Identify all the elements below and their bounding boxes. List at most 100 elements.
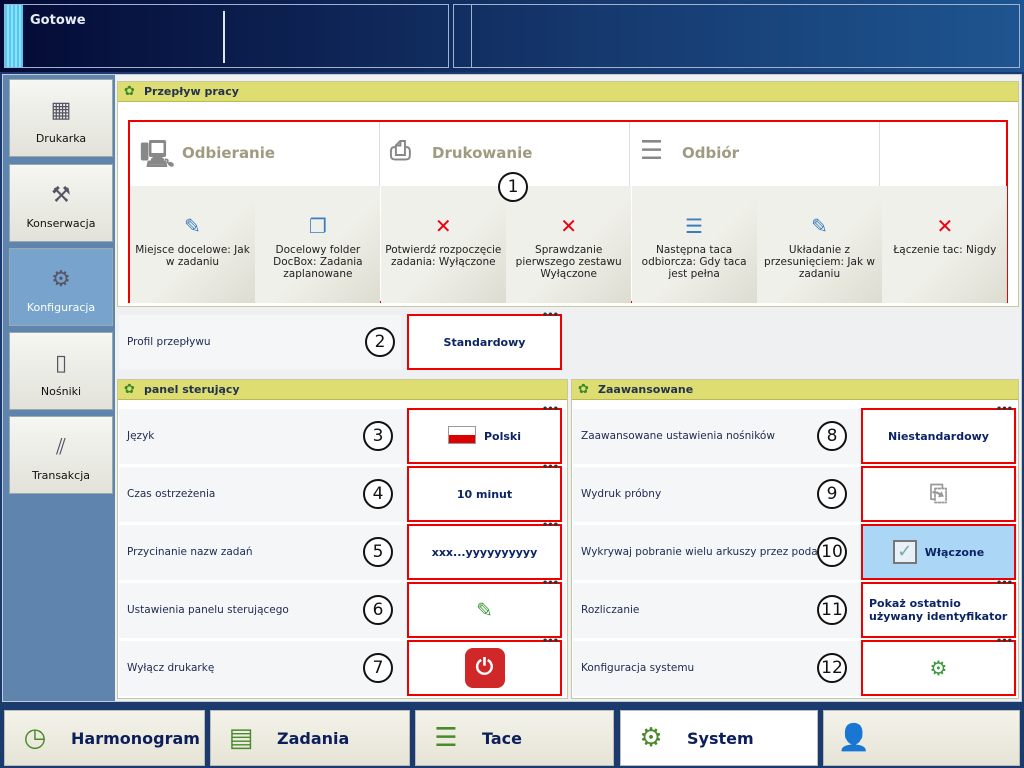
clock-icon: ◷ [23,723,47,753]
setting-icon: ✎ [811,214,828,238]
sidebar: ▦ Drukarka ⚒ Konserwacja ⚙ Konfiguracja ▯ Nośni… [3,75,115,701]
setting-value: Pokaż ostatnio używany identyfikator [869,597,1008,623]
sidebar-item-label: Nośniki [40,385,82,398]
setting-button[interactable]: ••• ✎ [407,578,562,638]
sidebar-item-drukarka[interactable]: ▦ Drukarka [9,79,113,157]
setting-icon: ✎ [184,214,201,238]
workflow-tile[interactable]: ✎ Układanie z przesunięciem: Jak w zadani… [757,186,882,303]
section-header: ✿ Zaawansowane [572,380,1018,400]
tile-label: Układanie z przesunięciem: Jak w zadaniu [764,244,875,280]
sidebar-item-nośniki[interactable]: ▯ Nośniki [9,332,113,410]
disabled-icon: ✕ [936,214,954,238]
workflow-box: 🖳 Odbieranie ⎙ Drukowanie ☰ Odbiór ✎ Miejsce do… [128,120,1008,303]
tab-zadania[interactable]: ▤ Zadania [210,710,410,766]
callout-badge: 2 [365,327,395,357]
row-label: Przycinanie nazw zadań [127,546,253,558]
setting-icon: ☰ [685,214,704,238]
tab-label: Zadania [277,728,350,748]
callout-badge: 9 [817,479,847,509]
configuration-icon: ⚙ [51,267,71,292]
row-label: Zaawansowane ustawienia nośników [581,430,775,442]
workflow-tile[interactable]: ☰ Następna taca odbiorcza: Gdy taca jest … [631,186,757,303]
status-header: Gotowe [0,0,1024,72]
row-label: Ustawienia panelu sterującego [127,604,289,616]
workflow-tile[interactable]: ❐ Docelowy folder DocBox: Zadania zaplano… [255,186,381,303]
row-label: Konfiguracja systemu [581,662,695,674]
more-icon: ••• [541,462,559,473]
system-gears-icon: ⚙ [639,723,663,753]
callout-badge: 11 [817,595,847,625]
sidebar-item-konserwacja[interactable]: ⚒ Konserwacja [9,164,113,242]
setting-value: Włączone [924,545,985,559]
row-label: Język [127,430,155,442]
setting-button[interactable]: ••• xxx...yyyyyyyyyy [407,520,562,580]
more-icon: ••• [541,310,559,321]
disabled-icon: ✕ [434,214,452,238]
setting-button[interactable]: ••• ⚙ [861,636,1016,696]
tile-label: Łączenie tac: Nigdy [893,244,997,256]
workflow-tile[interactable]: ✕ Sprawdzanie pierwszego zestawu Wyłączon… [506,186,632,303]
advanced-icon: ✿ [578,382,589,397]
divider [471,5,472,67]
sidebar-item-label: Konserwacja [26,217,96,230]
callout-badge: 4 [363,479,393,509]
tab-system[interactable]: ⚙ System [620,710,818,766]
tile-label: Docelowy folder DocBox: Zadania zaplanow… [273,244,363,280]
edit-panel-icon: ✎ [476,598,493,622]
jobs-icon: ▤ [228,723,254,753]
setting-button[interactable]: ••• Niestandardowy [861,404,1016,464]
section-title: panel sterujący [144,383,240,396]
workflow-tile[interactable]: ✕ Łączenie tac: Nigdy [882,186,1008,303]
row-label: Wyłącz drukarkę [127,662,215,674]
workflow-tile[interactable]: ✕ Potwierdź rozpoczęcie zadania: Wyłączon… [380,186,506,303]
callout-badge: 12 [817,653,847,683]
sidebar-item-konfiguracja[interactable]: ⚙ Konfiguracja [9,248,113,326]
status-box: Gotowe [4,4,449,68]
sidebar-item-label: Konfiguracja [26,301,96,314]
more-icon: ••• [995,636,1013,647]
setting-button[interactable]: ⎘ [861,466,1016,522]
sample-print-icon: ⎘ [929,481,948,507]
workflow-tile[interactable]: ✎ Miejsce docelowe: Jak w zadaniu [130,186,255,303]
status-indicator [5,5,23,67]
main-area: ▦ Drukarka ⚒ Konserwacja ⚙ Konfiguracja ▯ Nośni… [2,74,1022,702]
tab-harmonogram[interactable]: ◷ Harmonogram [4,710,205,766]
trays-icon: ☰ [434,723,458,753]
section-header: ✿ Przepływ pracy [118,82,1018,102]
tile-label: Następna taca odbiorcza: Gdy taca jest p… [641,244,747,280]
phase-label: Odbieranie [182,144,276,162]
profile-label: Profil przepływu [127,336,211,348]
profile-value: Standardowy [443,335,526,349]
checkbox-icon: ✓ [892,540,917,564]
tab-user-login[interactable]: 👤 [823,710,1020,766]
disabled-icon: ✕ [560,214,578,238]
phase-1: 🖳 Odbieranie [130,122,380,186]
phase-icon: ⎙ [390,136,411,166]
setting-button[interactable]: ✓ Włączone [861,524,1016,580]
profile-button[interactable]: ••• Standardowy [407,310,562,370]
tab-tace[interactable]: ☰ Tace [415,710,614,766]
phase-label: Drukowanie [432,144,533,162]
setting-button[interactable]: ••• ⏻ [407,636,562,696]
row-label: Wydruk próbny [581,488,662,500]
transaction-icon: ⫽ [56,435,66,460]
setting-value: 10 minut [456,487,513,501]
callout-badge: 5 [363,537,393,567]
setting-value: xxx...yyyyyyyyyy [431,545,538,559]
row-label: Wykrywaj pobranie wielu arkuszy przez po… [581,546,837,558]
more-icon: ••• [541,636,559,647]
profile-row: Profil przepływu [119,315,401,370]
more-icon: ••• [995,404,1013,415]
setting-value: Niestandardowy [888,429,989,443]
row-label: Rozliczanie [581,604,640,616]
workflow-section: ✿ Przepływ pracy 🖳 Odbieranie ⎙ Drukowanie ☰ O… [117,81,1019,307]
setting-button[interactable]: ••• Polski [407,404,562,464]
setting-button[interactable]: ••• 10 minut [407,462,562,522]
tab-label: Tace [482,728,522,748]
setting-value: Polski [483,429,522,443]
setting-button[interactable]: ••• Pokaż ostatnio używany identyfikator [861,578,1016,638]
more-icon: ••• [541,520,559,531]
callout-badge: 7 [363,653,393,683]
gear-icon: ⚙ [929,656,948,680]
sidebar-item-transakcja[interactable]: ⫽ Transakcja [9,416,113,494]
